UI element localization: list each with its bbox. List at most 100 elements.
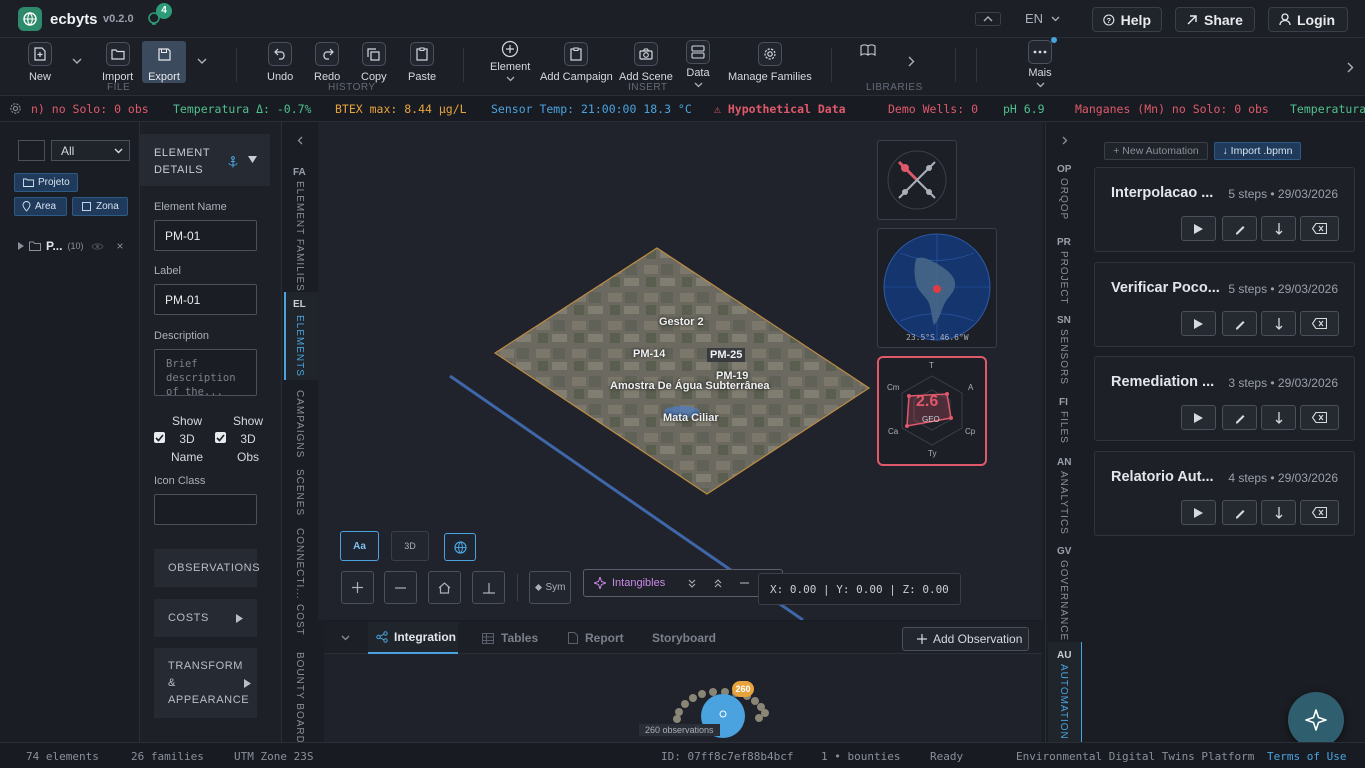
add-scene-button[interactable]: Add Scene <box>619 42 673 83</box>
tab-integration[interactable]: Integration <box>368 622 458 654</box>
export-dropdown-chevron-icon[interactable] <box>197 58 207 64</box>
zoom-in-button[interactable] <box>341 571 374 604</box>
edit-pencil-button[interactable] <box>1222 311 1257 336</box>
show-3d-obs-checkbox[interactable]: Show 3D Obs <box>215 412 267 466</box>
tab-automation[interactable]: AUTOMATION <box>1058 664 1069 740</box>
add-area-button[interactable]: Area <box>14 197 67 216</box>
paste-button[interactable]: Paste <box>408 42 436 83</box>
delete-button[interactable] <box>1300 500 1339 525</box>
app-logo-icon[interactable] <box>18 7 42 31</box>
tab-elements[interactable]: ELEMENTS <box>294 315 305 377</box>
scene-label[interactable]: Amostra De Água Subterrânea <box>610 380 770 392</box>
text-labels-toggle[interactable]: Aa <box>340 531 379 561</box>
chevron-right-icon[interactable] <box>908 56 915 67</box>
download-button[interactable] <box>1261 405 1296 430</box>
caret-right-icon[interactable] <box>18 242 24 250</box>
tab-files[interactable]: FILES <box>1058 411 1069 444</box>
terms-of-use-link[interactable]: Terms of Use <box>1267 750 1346 763</box>
tab-analytics[interactable]: ANALYTICS <box>1058 471 1069 535</box>
anchor-icon[interactable] <box>227 156 239 168</box>
home-view-button[interactable] <box>428 571 461 604</box>
copy-button[interactable]: Copy <box>361 42 387 83</box>
scene-label[interactable]: Gestor 2 <box>659 316 704 328</box>
tab-project[interactable]: PROJECT <box>1058 251 1069 305</box>
undo-button[interactable]: Undo <box>267 42 293 83</box>
ai-assistant-button[interactable] <box>1288 692 1344 748</box>
3d-view-toggle[interactable]: 3D <box>391 531 429 561</box>
globe-widget[interactable]: 23.5°S 46.6°W <box>877 228 997 348</box>
login-button[interactable]: Login <box>1268 7 1348 32</box>
observations-section[interactable]: OBSERVATIONS <box>154 549 260 587</box>
chevron-right-icon[interactable] <box>1062 136 1068 145</box>
show-3d-name-checkbox[interactable]: Show 3D Name <box>154 412 206 466</box>
tab-orqop[interactable]: ORQOP <box>1058 178 1069 220</box>
tab-storyboard[interactable]: Storyboard <box>652 631 716 645</box>
tab-cost[interactable]: COST <box>294 604 305 636</box>
description-textarea[interactable]: Brief description of the... <box>154 349 257 396</box>
add-zona-button[interactable]: Zona <box>72 197 128 216</box>
top-view-button[interactable] <box>472 571 505 604</box>
tab-sensors[interactable]: SENSORS <box>1058 329 1069 385</box>
redo-button[interactable]: Redo <box>314 42 340 83</box>
collapse-toggle-button[interactable] <box>975 12 1001 26</box>
transform-appearance-section[interactable]: TRANSFORM & APPEARANCE <box>154 648 257 718</box>
download-button[interactable] <box>1261 311 1296 336</box>
tab-bounty-board[interactable]: BOUNTY BOARD <box>294 652 305 744</box>
manage-families-button[interactable]: Manage Families <box>728 42 812 83</box>
tab-connections[interactable]: CONNECTI... <box>294 528 305 600</box>
ticker-settings-gear-icon[interactable] <box>9 102 22 115</box>
download-button[interactable] <box>1261 500 1296 525</box>
run-play-button[interactable] <box>1181 311 1216 336</box>
tab-element-families[interactable]: ELEMENT FAMILIES <box>294 181 305 292</box>
automation-card[interactable]: Remediation ... 3 steps • 29/03/2026 <box>1094 356 1355 441</box>
icon-class-input[interactable] <box>154 494 257 525</box>
language-select[interactable]: EN <box>1025 11 1060 26</box>
run-play-button[interactable] <box>1181 405 1216 430</box>
delete-button[interactable] <box>1300 405 1339 430</box>
more-button[interactable]: Mais <box>1028 37 1057 88</box>
tree-row[interactable]: P... (10) × <box>18 239 133 253</box>
new-button[interactable]: New <box>28 42 52 83</box>
export-button[interactable]: Export <box>142 41 186 83</box>
caret-down-icon[interactable] <box>248 156 257 163</box>
add-campaign-button[interactable]: Add Campaign <box>540 42 613 83</box>
automation-card[interactable]: Relatorio Aut... 4 steps • 29/03/2026 <box>1094 451 1355 536</box>
scene-label[interactable]: Mata Ciliar <box>663 412 719 424</box>
data-button[interactable]: Data <box>686 40 710 88</box>
import-bpmn-button[interactable]: ↓ Import .bpmn <box>1214 142 1301 160</box>
automation-card[interactable]: Interpolacao ... 5 steps • 29/03/2026 <box>1094 167 1355 252</box>
element-name-input[interactable]: PM-01 <box>154 220 257 251</box>
collapse-chevron-down-icon[interactable] <box>341 635 350 641</box>
edit-pencil-button[interactable] <box>1222 216 1257 241</box>
download-button[interactable] <box>1261 216 1296 241</box>
chevrons-up-icon[interactable] <box>714 578 722 588</box>
import-button[interactable]: Import <box>102 42 133 83</box>
chevron-left-icon[interactable] <box>297 136 303 145</box>
compass-widget[interactable] <box>877 140 957 220</box>
globe-toggle-button[interactable] <box>444 533 476 561</box>
scene-label[interactable]: PM-25 <box>707 348 746 362</box>
edit-pencil-button[interactable] <box>1222 405 1257 430</box>
tab-governance[interactable]: GOVERNANCE <box>1058 560 1069 641</box>
edit-pencil-button[interactable] <box>1222 500 1257 525</box>
integration-graph-area[interactable]: 260 260 observations <box>324 654 1042 742</box>
scene-label[interactable]: PM-14 <box>633 348 665 360</box>
geo-radar-widget[interactable]: T A Cp Ty Ca Cm 2.6 GEO <box>877 356 987 466</box>
share-button[interactable]: Share <box>1175 7 1255 32</box>
3d-viewport[interactable]: Gestor 2 PM-14 PM-25 PM-19 Amostra De Ág… <box>318 122 1043 620</box>
libraries-book-icon[interactable] <box>860 44 876 56</box>
close-icon[interactable]: × <box>116 239 123 253</box>
delete-button[interactable] <box>1300 216 1339 241</box>
costs-section[interactable]: COSTS <box>154 599 257 637</box>
add-projeto-button[interactable]: Projeto <box>14 173 78 192</box>
delete-button[interactable] <box>1300 311 1339 336</box>
status-bounties[interactable]: 1 • bounties <box>821 750 900 763</box>
type-filter-select[interactable]: All <box>51 140 130 161</box>
tab-tables[interactable]: Tables <box>482 631 538 645</box>
new-automation-button[interactable]: + New Automation <box>1104 142 1208 160</box>
run-play-button[interactable] <box>1181 500 1216 525</box>
add-observation-button[interactable]: Add Observation <box>902 627 1029 651</box>
color-filter-box[interactable] <box>18 140 45 161</box>
chevrons-down-icon[interactable] <box>688 579 696 588</box>
toolbar-scroll-chevron-right-icon[interactable] <box>1347 62 1354 73</box>
